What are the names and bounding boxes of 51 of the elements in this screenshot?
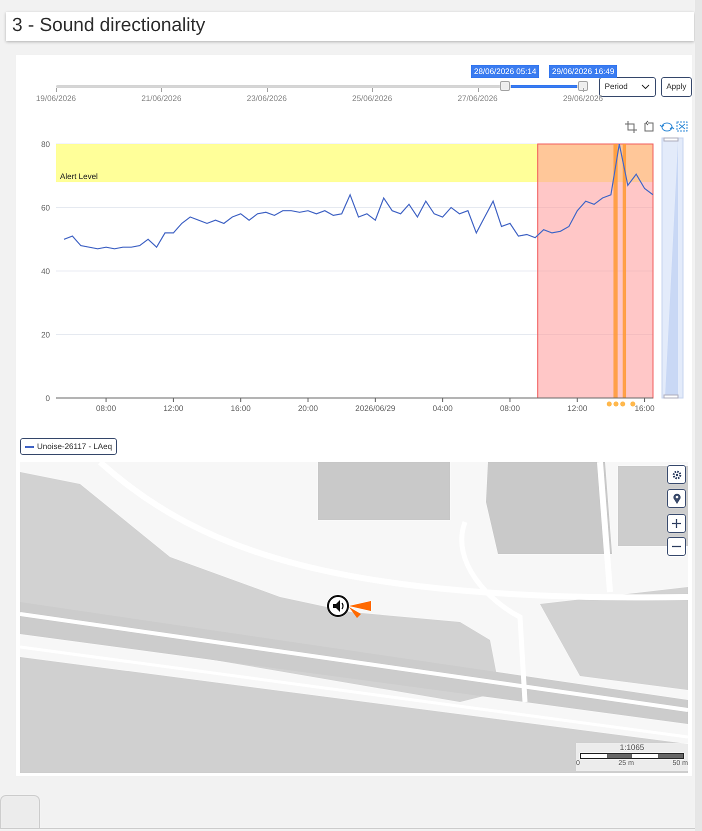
slider-handle[interactable] [578,81,588,91]
date-tick-label: 27/06/2026 [456,93,499,105]
zoom-icon[interactable] [624,120,638,134]
x-axis-label: 08:00 [500,404,520,413]
section-title: 3 - Sound directionality [12,14,206,38]
x-axis-label: 12:00 [163,404,184,413]
restore-icon[interactable] [660,122,674,132]
event-marker[interactable] [606,402,612,406]
date-tick-label: 23/06/2026 [246,93,288,105]
settings-icon [672,470,682,480]
zoom-in-button[interactable] [667,514,686,533]
event-marker[interactable] [613,402,618,406]
scrollbar[interactable] [695,0,702,831]
x-axis-label: 20:00 [298,404,318,413]
apply-button[interactable]: Apply [660,77,692,97]
x-axis-label: 08:00 [96,404,116,413]
event-marker[interactable] [630,402,636,406]
y-axis-label: 80 [41,140,50,149]
date-tick-label: 25/06/2026 [351,93,394,105]
location-button[interactable] [667,489,686,508]
y-axis-label: 0 [46,394,50,403]
x-axis-label: 12:00 [567,404,588,413]
y-axis-label: 60 [41,204,50,212]
x-axis-label: 2026/06/29 [355,404,396,413]
location-pin-icon [672,493,680,504]
event-marker[interactable] [620,402,626,406]
undo-zoom-icon[interactable] [644,120,654,132]
chevron-down-icon [640,84,650,90]
date-tick-label: 21/06/2026 [140,93,182,105]
zoom-out-button[interactable] [667,537,686,556]
band-label: Alert Level [60,172,98,181]
zoom-slider[interactable] [662,138,684,398]
x-axis-label: 16:00 [634,404,655,413]
handle-label: 29/06/2026 16:49 [549,65,618,78]
slider-handle[interactable] [500,81,510,91]
sound-source-marker-icon [327,594,373,620]
legend-item[interactable]: Unoise-26117 - LAeq [20,438,118,455]
scale-ratio: 1:1065 [620,743,644,753]
period-dropdown[interactable]: Period [598,77,656,97]
slider-range [511,85,577,88]
plus-icon [672,519,681,528]
minus-icon [672,545,681,548]
settings-button[interactable] [667,465,686,484]
save-image-icon[interactable] [676,122,688,132]
y-axis-label: 20 [41,330,50,340]
x-axis-label: 16:00 [230,404,251,413]
date-tick-label: 19/06/2026 [34,93,78,105]
handle-label: 28/06/2026 05:14 [471,65,540,78]
y-axis-label: 40 [41,267,50,276]
blank-tab[interactable] [0,795,40,828]
x-axis-label: 04:00 [432,404,453,413]
